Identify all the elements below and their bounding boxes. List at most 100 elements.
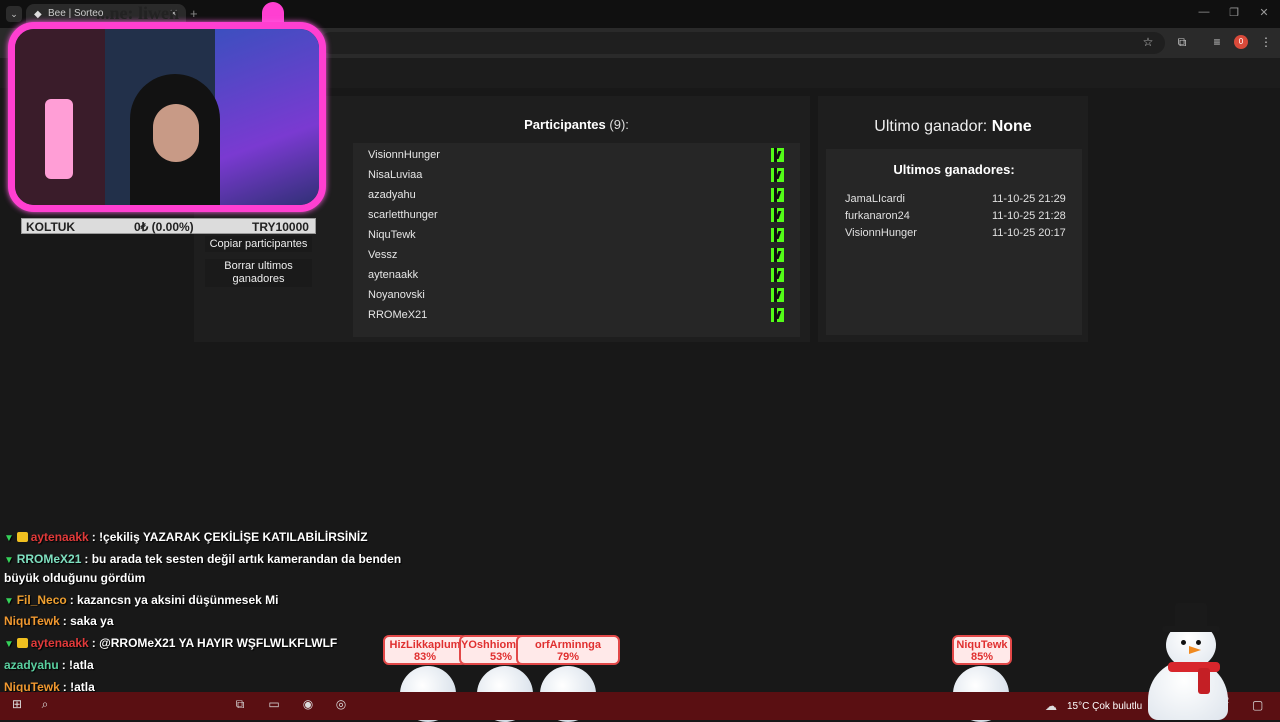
- snowball-player-percent: 79%: [556, 651, 580, 663]
- participant-row: scarletthunger: [353, 205, 800, 225]
- participant-row: aytenaakk: [353, 265, 800, 285]
- winner-date: 11-10-25 20:17: [992, 227, 1066, 239]
- search-icon[interactable]: ⌕: [36, 697, 54, 712]
- participant-row: RROMeX21: [353, 305, 800, 325]
- snowman-hat-brim: [1162, 626, 1220, 632]
- winner-date: 11-10-25 21:29: [992, 193, 1066, 205]
- winner-name: VisionnHunger: [845, 227, 917, 239]
- window-close-button[interactable]: ✕: [1256, 6, 1272, 19]
- snowball-player-name: HizLikkaplum: [389, 639, 461, 651]
- snowball-player-percent: 83%: [413, 651, 437, 663]
- profile-avatar[interactable]: 0: [1234, 35, 1248, 49]
- participant-name: scarletthunger: [368, 209, 438, 221]
- last-winner-heading: Ultimo ganador: None: [874, 118, 1032, 135]
- obs-icon[interactable]: ◎: [332, 697, 350, 711]
- chat-username: aytenaakk: [30, 530, 89, 544]
- address-bar[interactable]: [320, 32, 1165, 54]
- chat-text: : bu arada tek sesten değil artık kamera…: [84, 552, 402, 566]
- donation-goal-bar: KOLTUK 0₺ (0.00%) TRY10000: [21, 218, 316, 234]
- chat-message: azadyahu: !atla: [4, 658, 94, 672]
- goal-progress: 0₺ (0.00%): [134, 220, 194, 234]
- winner-name: furkanaron24: [845, 210, 910, 222]
- kick-logo-icon: [771, 148, 784, 162]
- clear-winners-button[interactable]: Borrar ultimos ganadores: [205, 259, 312, 287]
- participant-name: Vessz: [368, 249, 398, 261]
- verified-badge-icon: ▼: [4, 596, 17, 607]
- browser-menu-icon[interactable]: ⋮: [1258, 35, 1274, 49]
- chat-message: büyük olduğunu gördüm: [4, 571, 145, 585]
- chat-message: ▼ RROMeX21: bu arada tek sesten değil ar…: [4, 552, 401, 566]
- crown-badge-icon: [16, 638, 28, 648]
- chat-username: aytenaakk: [30, 636, 89, 650]
- media-controls-icon[interactable]: ≡: [1209, 35, 1225, 49]
- participant-name: RROMeX21: [368, 309, 428, 321]
- start-icon[interactable]: ⊞: [8, 697, 26, 711]
- chat-text: : !atla: [61, 658, 94, 672]
- participant-name: aytenaakk: [368, 269, 419, 281]
- kick-logo-icon: [771, 168, 784, 182]
- notification-icon[interactable]: ▢: [1252, 698, 1263, 712]
- kick-logo-icon: [771, 288, 784, 302]
- chat-text: : !çekiliş YAZARAK ÇEKİLİŞE KATILABİLİRS…: [91, 530, 368, 544]
- copy-participants-button[interactable]: Copiar participantes: [205, 236, 312, 252]
- participant-name: Noyanovski: [368, 289, 425, 301]
- bookmark-star-icon[interactable]: ☆: [1140, 35, 1156, 49]
- webcam-bottle: [45, 99, 73, 179]
- snowball-player-tag: NiquTewk 85%: [952, 635, 1012, 665]
- snowman-scarf-tail: [1198, 668, 1210, 694]
- restore-button[interactable]: ❐: [1226, 6, 1242, 19]
- participants-list: VisionnHunger NisaLuviaa azadyahu scarletth…: [353, 143, 800, 337]
- participant-row: Noyanovski: [353, 285, 800, 305]
- chat-message: ▼ aytenaakk: @RROMeX21 YA HAYIR WŞFLWLKF…: [4, 636, 337, 650]
- snowman-scarf: [1168, 662, 1220, 672]
- chat-username: azadyahu: [4, 658, 59, 672]
- verified-badge-icon: ▼: [4, 639, 17, 650]
- weather-status[interactable]: 15°C Çok bulutlu: [1067, 701, 1142, 712]
- last-winner-value: None: [991, 118, 1032, 135]
- snowman-eye: [1196, 640, 1201, 645]
- webcam-light: [215, 29, 319, 205]
- snowball-player-tag: orfArminnga 79%: [516, 635, 620, 665]
- chat-text: : kazancsn ya aksini düşünmesek Mi: [69, 593, 279, 607]
- goal-label: KOLTUK: [26, 220, 76, 234]
- participant-name: azadyahu: [368, 189, 416, 201]
- winners-heading: Ultimos ganadores:: [893, 162, 1015, 177]
- snowman-eye: [1181, 640, 1186, 645]
- webcam-overlay: [8, 22, 326, 212]
- snowball-player-percent: 85%: [970, 651, 994, 663]
- new-tab-button[interactable]: +: [190, 6, 198, 21]
- chat-text: : @RROMeX21 YA HAYIR WŞFLWLKFLWLF: [91, 636, 338, 650]
- favicon-icon: ◆: [34, 9, 42, 20]
- taskview-icon[interactable]: ⧉: [231, 697, 249, 712]
- kick-logo-icon: [771, 248, 784, 262]
- winner-row: JamaLIcardi 11-10-25 21:29: [845, 193, 1066, 205]
- chat-message: ▼ aytenaakk: !çekiliş YAZARAK ÇEKİLİŞE K…: [4, 530, 368, 544]
- participant-row: NisaLuviaa: [353, 165, 800, 185]
- winner-date: 11-10-25 21:28: [992, 210, 1066, 222]
- chrome-icon[interactable]: ◉: [299, 697, 317, 711]
- folder-icon[interactable]: ▭: [265, 697, 283, 711]
- snowball-player-name: NiquTewk: [956, 639, 1008, 651]
- chat-text: : saka ya: [62, 614, 114, 628]
- chat-username: Fil_Neco: [16, 593, 67, 607]
- tab-search-button[interactable]: ⌄: [6, 6, 22, 22]
- participants-heading: Participantes (9):: [524, 117, 629, 132]
- kick-logo-icon: [771, 208, 784, 222]
- participant-row: Vessz: [353, 245, 800, 265]
- participant-row: VisionnHunger: [353, 145, 800, 165]
- chat-message: ▼ Fil_Neco: kazancsn ya aksini düşünmese…: [4, 593, 278, 607]
- chat-username: NiquTewk: [4, 614, 60, 628]
- minimize-button[interactable]: —: [1196, 6, 1212, 18]
- participant-name: NiquTewk: [368, 229, 416, 241]
- snowball-player-tag: HizLikkaplum 83%: [383, 635, 467, 665]
- crown-badge-icon: [16, 532, 28, 542]
- verified-badge-icon: ▼: [4, 533, 17, 544]
- kick-logo-icon: [771, 268, 784, 282]
- participant-row: azadyahu: [353, 185, 800, 205]
- extensions-icon[interactable]: ⧉: [1174, 35, 1190, 50]
- snowball-player-name: orfArminnga: [535, 639, 601, 651]
- chat-message: NiquTewk: saka ya: [4, 614, 114, 628]
- chat-username: RROMeX21: [16, 552, 82, 566]
- cloud-icon: ☁: [1045, 699, 1057, 713]
- goal-target: TRY10000: [252, 220, 309, 234]
